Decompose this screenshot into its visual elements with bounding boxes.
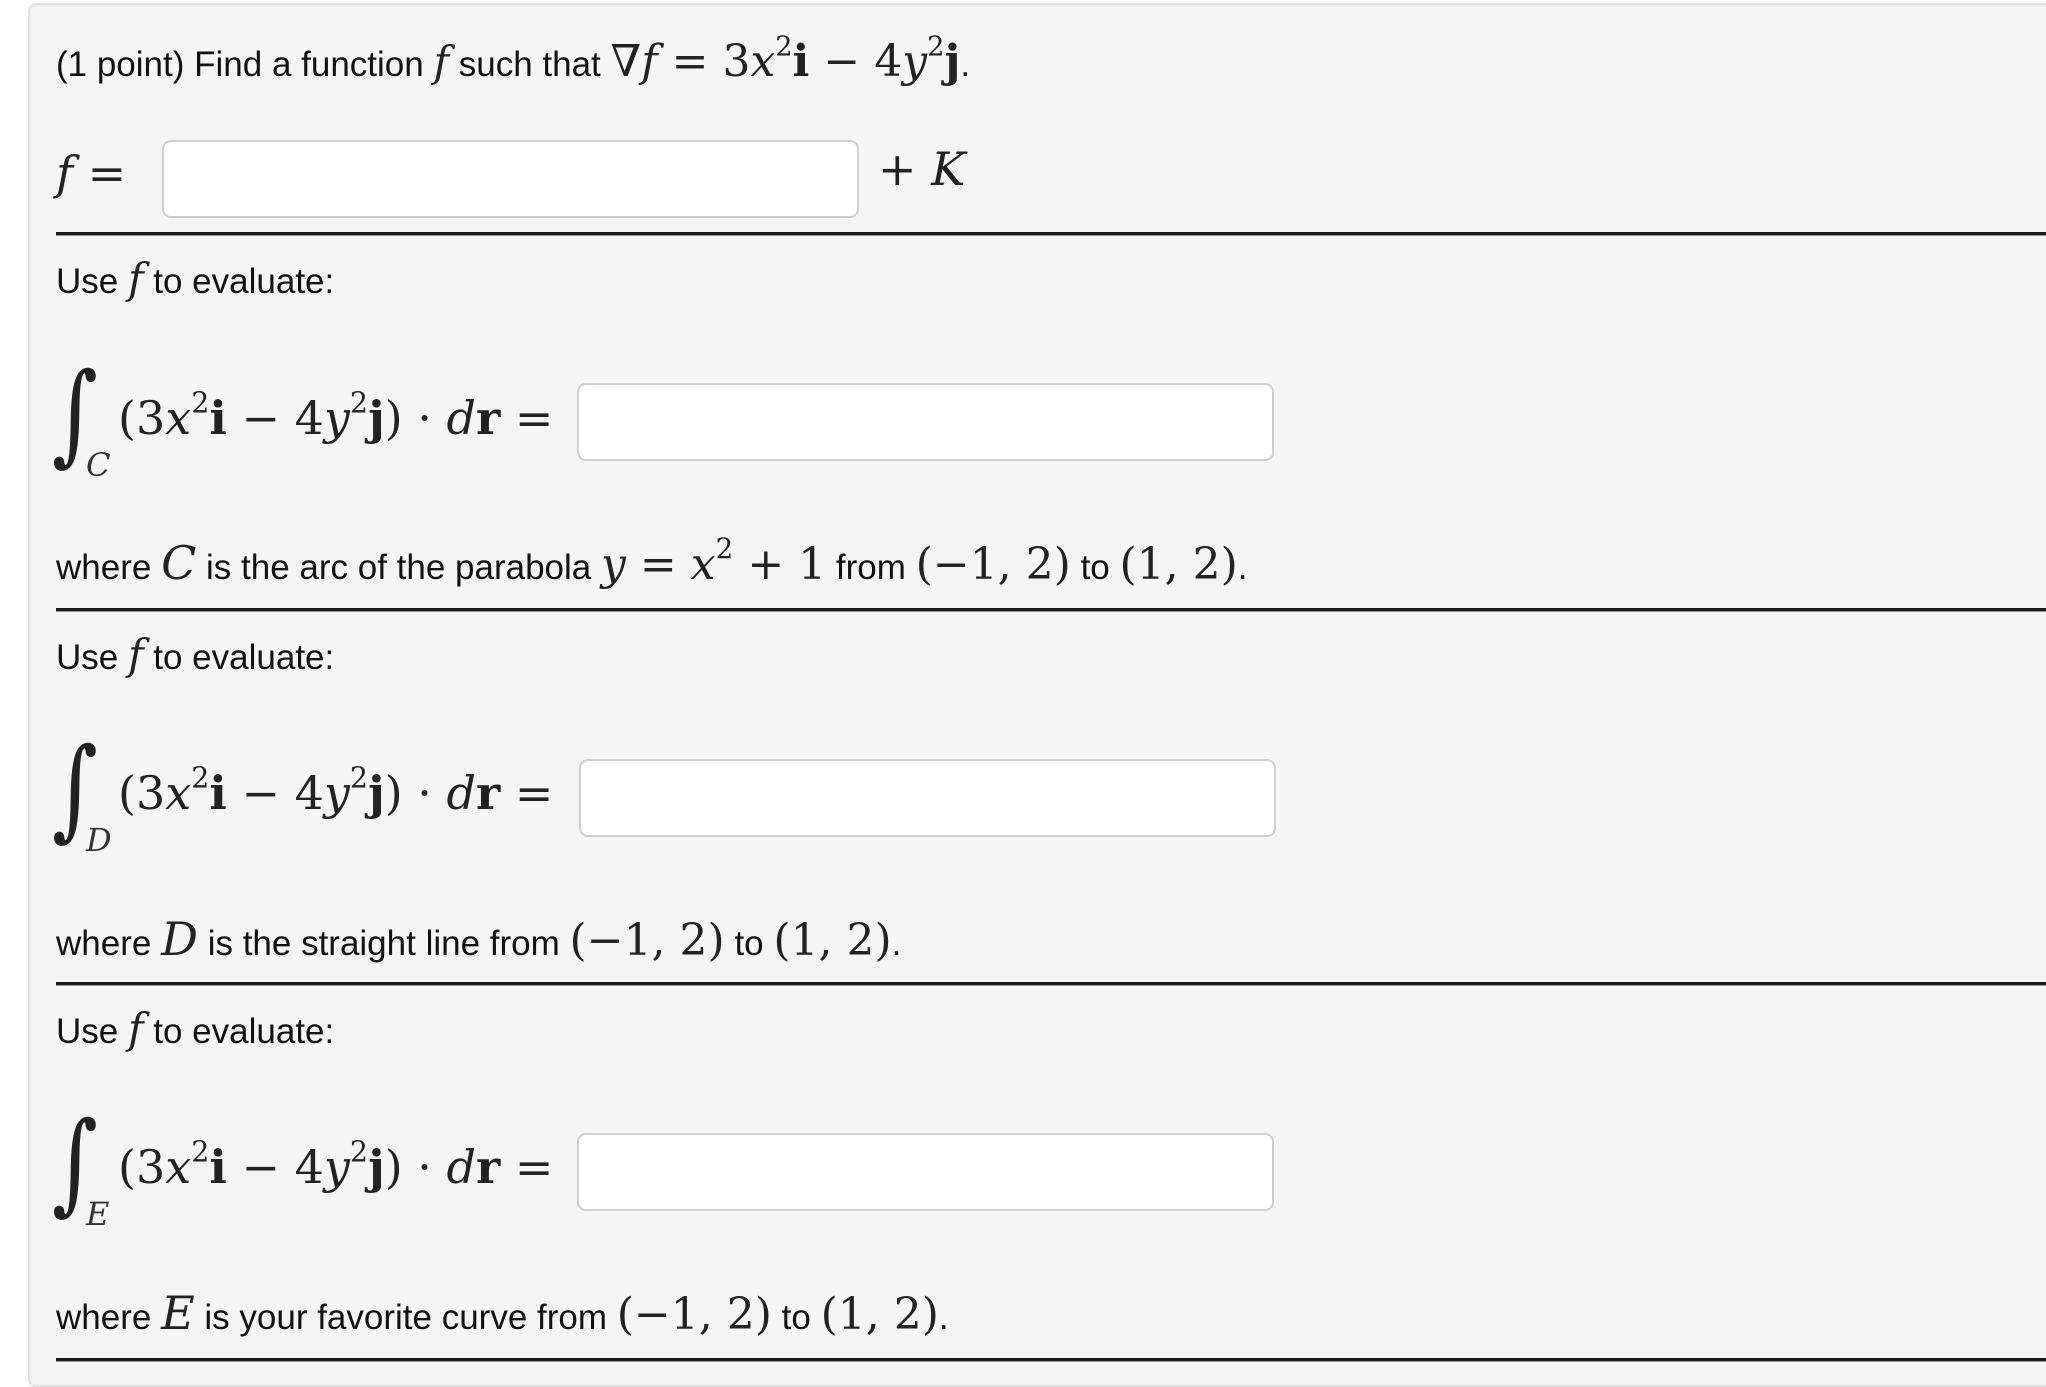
curve-c-description: where C is the arc of the parabola y = x… xyxy=(56,532,1248,590)
potential-label: f = xyxy=(56,146,127,200)
integral-c-input[interactable] xyxy=(577,383,1274,461)
divider xyxy=(56,232,2046,236)
nabla-symbol: ∇ xyxy=(610,36,642,87)
potential-function-input[interactable] xyxy=(162,140,859,218)
evaluate-label: Use f to evaluate: xyxy=(56,254,335,303)
intro-text: Find a function xyxy=(194,45,424,84)
integrand-expression: (3x2i − 4y2j) · dr = xyxy=(118,1135,554,1194)
integral-subscript: C xyxy=(86,446,111,484)
integral-e-input[interactable] xyxy=(577,1133,1274,1211)
constant-suffix: + K xyxy=(878,142,966,196)
problem-statement: (1 point) Find a function f such that ∇f… xyxy=(56,31,971,87)
divider xyxy=(56,608,2046,612)
parabola-equation: y xyxy=(600,539,626,590)
evaluate-label: Use f to evaluate: xyxy=(56,630,335,679)
curve-e-description: where E is your favorite curve from (−1,… xyxy=(56,1286,949,1340)
integrand-expression: (3x2i − 4y2j) · dr = xyxy=(118,761,554,820)
integral-d-input[interactable] xyxy=(579,759,1276,837)
integrand-expression: (3x2i − 4y2j) · dr = xyxy=(118,386,554,445)
divider xyxy=(56,982,2046,986)
divider xyxy=(56,1358,2046,1362)
curve-d-description: where D is the straight line from (−1, 2… xyxy=(56,912,902,966)
points-label: (1 point) xyxy=(56,45,185,84)
function-var: f xyxy=(433,37,450,86)
evaluate-label: Use f to evaluate: xyxy=(56,1004,335,1053)
integral-subscript: D xyxy=(86,821,112,859)
intro-text-2: such that xyxy=(458,45,601,84)
integral-subscript: E xyxy=(86,1195,110,1233)
gradient-expression: ∇f = 3x2i − 4y2j xyxy=(610,31,961,87)
